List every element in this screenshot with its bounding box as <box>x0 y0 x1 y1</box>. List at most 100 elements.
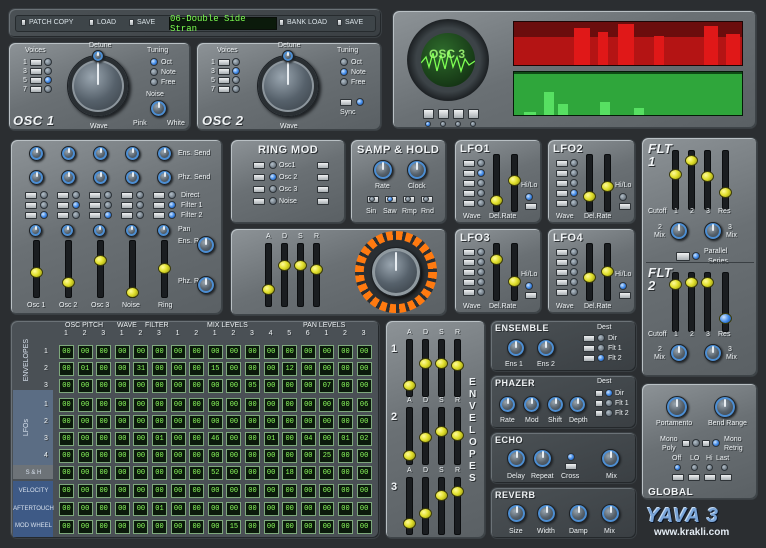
env-fader-cap[interactable] <box>419 508 432 519</box>
flt2-mix2-knob[interactable] <box>670 344 688 362</box>
matrix-cell[interactable]: 46 <box>207 432 223 446</box>
matrix-cell[interactable]: 00 <box>226 484 242 498</box>
matrix-cell[interactable]: 00 <box>77 379 93 393</box>
lfo4-wave-4[interactable] <box>556 279 568 286</box>
matrix-cell[interactable]: 00 <box>59 502 74 516</box>
osc1-voice-3-switch[interactable] <box>30 68 42 75</box>
mode-last-led[interactable] <box>721 464 728 471</box>
matrix-cell[interactable]: 00 <box>226 398 242 412</box>
phz-send-knob-2[interactable] <box>61 170 76 185</box>
bend-range-knob[interactable] <box>714 396 736 418</box>
matrix-cell[interactable]: 00 <box>77 432 93 446</box>
ring-mod-osc1-right[interactable] <box>317 162 329 169</box>
matrix-cell[interactable]: 00 <box>245 449 260 463</box>
flt2-res-fader[interactable] <box>719 272 732 332</box>
matrix-cell[interactable]: 00 <box>189 520 205 534</box>
phz-dest-dir-switch[interactable] <box>595 390 603 397</box>
lfo3-wave-5[interactable] <box>463 289 475 296</box>
lfo1-wave-5[interactable] <box>463 200 475 207</box>
lfo4-rate-cap[interactable] <box>601 266 614 277</box>
matrix-cell[interactable]: 00 <box>319 415 335 429</box>
matrix-cell[interactable]: 00 <box>133 415 149 429</box>
reverb-damp-knob[interactable] <box>569 504 588 523</box>
lfo4-wave-5[interactable] <box>556 289 568 296</box>
matrix-cell[interactable]: 00 <box>356 466 372 480</box>
matrix-cell[interactable]: 00 <box>114 484 130 498</box>
patch-name-display[interactable]: 06-Double Side Stran <box>169 14 277 34</box>
matrix-cell[interactable]: 00 <box>207 345 223 359</box>
mix-fader-osc3-cap[interactable] <box>94 255 107 266</box>
lfo4-wave-3[interactable] <box>556 269 568 276</box>
flt2-cutoff1-cap[interactable] <box>669 279 682 290</box>
osc2-tuning-free-led[interactable] <box>340 78 348 86</box>
matrix-cell[interactable]: 00 <box>319 484 335 498</box>
matrix-cell[interactable]: 00 <box>114 502 130 516</box>
matrix-cell[interactable]: 15 <box>226 520 242 534</box>
amp-env-release-cap[interactable] <box>310 264 323 275</box>
ens-send-knob-3[interactable] <box>93 146 108 161</box>
matrix-cell[interactable]: 00 <box>338 520 353 534</box>
echo-repeat-knob[interactable] <box>533 449 552 468</box>
matrix-cell[interactable]: 04 <box>300 432 316 446</box>
mix-route-3-c[interactable] <box>89 212 101 219</box>
lfo1-delay-cap[interactable] <box>490 195 503 206</box>
matrix-cell[interactable]: 00 <box>207 520 223 534</box>
bank-load-switch[interactable] <box>279 19 284 26</box>
matrix-cell[interactable]: 00 <box>338 449 353 463</box>
phz-send-knob-4[interactable] <box>125 170 140 185</box>
matrix-cell[interactable]: 00 <box>282 398 298 412</box>
matrix-cell[interactable]: 00 <box>245 345 260 359</box>
mono-poly-switch[interactable] <box>682 440 690 447</box>
matrix-cell[interactable]: 00 <box>59 484 74 498</box>
matrix-cell[interactable]: 00 <box>338 484 353 498</box>
matrix-cell[interactable]: 00 <box>226 345 242 359</box>
env-fader-cap[interactable] <box>435 426 448 437</box>
lfo3-wave-1[interactable] <box>463 249 475 256</box>
flt1-cutoff1-fader[interactable] <box>669 150 682 210</box>
matrix-cell[interactable]: 52 <box>207 466 223 480</box>
osc2-voice-5-switch[interactable] <box>218 77 230 84</box>
matrix-cell[interactable]: 00 <box>300 398 316 412</box>
matrix-cell[interactable]: 00 <box>207 415 223 429</box>
ring-mod-osc3-right[interactable] <box>317 186 329 193</box>
matrix-cell[interactable]: 00 <box>114 466 130 480</box>
env-fader[interactable] <box>403 407 416 465</box>
matrix-cell[interactable]: 15 <box>207 362 223 376</box>
matrix-cell[interactable]: 00 <box>170 362 186 376</box>
matrix-cell[interactable]: 00 <box>207 379 223 393</box>
matrix-cell[interactable]: 00 <box>338 362 353 376</box>
env-fader[interactable] <box>419 477 432 535</box>
osc1-voice-7-switch[interactable] <box>30 86 42 93</box>
matrix-cell[interactable]: 00 <box>59 466 74 480</box>
lfo3-delay-cap[interactable] <box>490 254 503 265</box>
matrix-cell[interactable]: 00 <box>300 484 316 498</box>
matrix-cell[interactable]: 00 <box>300 466 316 480</box>
matrix-cell[interactable]: 00 <box>263 362 279 376</box>
osc2-detune-knob[interactable] <box>282 50 294 62</box>
matrix-cell[interactable]: 01 <box>77 362 93 376</box>
osc1-wave-knob[interactable] <box>67 55 129 117</box>
patch-copy-button[interactable]: PATCH COPY <box>21 19 73 26</box>
matrix-cell[interactable]: 00 <box>114 415 130 429</box>
matrix-cell[interactable]: 00 <box>77 466 93 480</box>
mix-fader-osc3[interactable] <box>94 240 107 298</box>
matrix-cell[interactable]: 00 <box>59 520 74 534</box>
matrix-cell[interactable]: 00 <box>133 345 149 359</box>
matrix-cell[interactable]: 00 <box>114 379 130 393</box>
osc2-voice-3-switch[interactable] <box>218 68 230 75</box>
flt1-cutoff3-cap[interactable] <box>701 171 714 182</box>
pan-knob-1[interactable] <box>29 224 42 237</box>
matrix-cell[interactable]: 00 <box>133 466 149 480</box>
matrix-cell[interactable]: 05 <box>245 379 260 393</box>
lfo3-hilo-switch[interactable] <box>525 292 537 299</box>
matrix-cell[interactable]: 00 <box>300 520 316 534</box>
matrix-cell[interactable]: 00 <box>59 432 74 446</box>
matrix-cell[interactable]: 00 <box>77 502 93 516</box>
lfo2-delay-fader[interactable] <box>583 154 596 212</box>
amp-env-sustain-cap[interactable] <box>294 260 307 271</box>
matrix-cell[interactable]: 00 <box>356 345 372 359</box>
matrix-cell[interactable]: 00 <box>226 362 242 376</box>
mix-route-2-b[interactable] <box>57 202 69 209</box>
matrix-cell[interactable]: 00 <box>263 520 279 534</box>
matrix-cell[interactable]: 00 <box>319 466 335 480</box>
